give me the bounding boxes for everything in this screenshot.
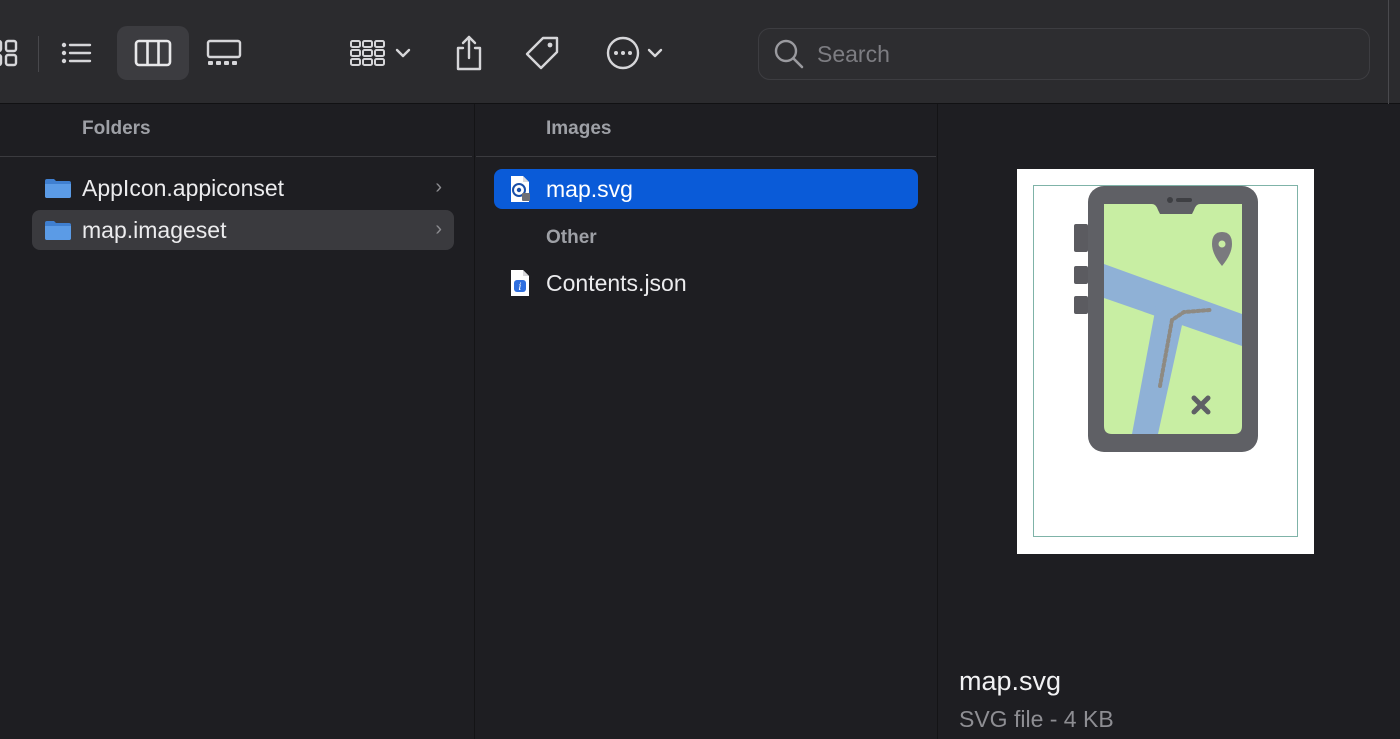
column-divider[interactable] (937, 104, 938, 739)
finder-window: Folders AppIcon.appiconset › map.imagese… (0, 0, 1400, 739)
images-column-header: Images (546, 118, 612, 139)
folder-icon (44, 176, 72, 200)
columns-icon (134, 38, 172, 68)
share-icon (453, 34, 485, 72)
ellipsis-circle-icon (605, 35, 641, 71)
search-input[interactable] (807, 29, 1369, 79)
window-edge (1388, 0, 1389, 104)
tag-icon (523, 34, 561, 72)
preview-file-info: SVG file - 4 KB (959, 706, 1114, 732)
group-by-icon (349, 37, 389, 69)
group-by-button[interactable] (340, 26, 420, 80)
folders-header-rule (0, 156, 472, 157)
preview-artboard (1033, 185, 1298, 537)
search-field[interactable] (758, 28, 1370, 80)
folder-row-label: AppIcon.appiconset (82, 174, 285, 201)
toolbar-separator (38, 36, 39, 72)
share-button[interactable] (446, 26, 492, 80)
other-section-header: Other (546, 227, 597, 248)
grid-icon (0, 38, 24, 68)
preview-thumbnail (1017, 169, 1314, 554)
file-row-label: map.svg (546, 175, 633, 202)
column-view-button[interactable] (117, 26, 189, 80)
images-header-rule (476, 156, 936, 157)
file-row-contents-json[interactable]: i Contents.json (494, 263, 918, 303)
chevron-right-icon: › (435, 218, 442, 240)
chevron-down-icon (647, 47, 663, 59)
folder-row-appiconset[interactable]: AppIcon.appiconset › (32, 168, 454, 208)
folder-row-label: map.imageset (82, 216, 227, 243)
chevron-down-icon (395, 47, 411, 59)
folder-row-imageset[interactable]: map.imageset › (32, 210, 454, 250)
folders-column-header: Folders (82, 118, 151, 139)
file-row-label: Contents.json (546, 269, 687, 296)
column-divider[interactable] (474, 104, 475, 739)
json-file-icon: i (508, 270, 536, 296)
preview-filename: map.svg (959, 666, 1062, 696)
file-row-map-svg[interactable]: map.svg (494, 169, 918, 209)
list-icon (58, 38, 94, 68)
more-actions-button[interactable] (596, 26, 672, 80)
toolbar (0, 0, 1400, 104)
gallery-view-button[interactable] (196, 26, 252, 80)
icon-view-button[interactable] (0, 26, 26, 80)
chevron-right-icon: › (435, 176, 442, 198)
list-view-button[interactable] (52, 26, 100, 80)
tag-button[interactable] (518, 26, 566, 80)
phone-map-illustration (1074, 186, 1258, 452)
gallery-icon (205, 38, 243, 68)
svg-file-icon (508, 176, 536, 202)
folder-icon (44, 218, 72, 242)
search-icon (771, 36, 807, 72)
svg-text:i: i (518, 282, 521, 293)
